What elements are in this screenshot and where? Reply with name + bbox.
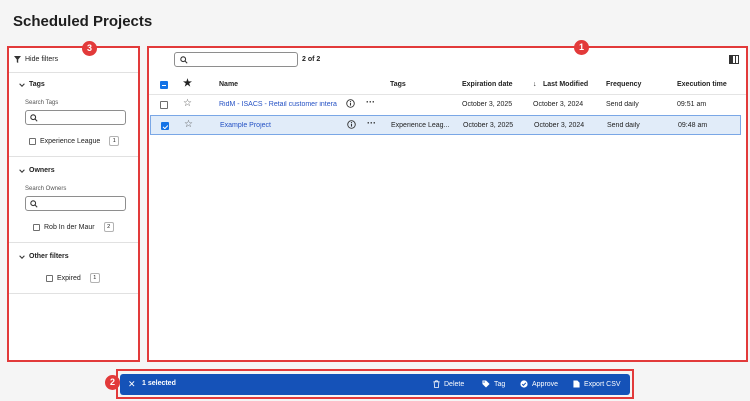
annotation-frame-table xyxy=(147,46,748,362)
page-title: Scheduled Projects xyxy=(13,13,153,30)
annotation-frame-filters xyxy=(7,46,140,362)
annotation-callout-1: 1 xyxy=(574,40,589,55)
annotation-frame-action-bar xyxy=(116,369,634,399)
annotation-callout-2: 2 xyxy=(105,375,120,390)
annotation-callout-3: 3 xyxy=(82,41,97,56)
